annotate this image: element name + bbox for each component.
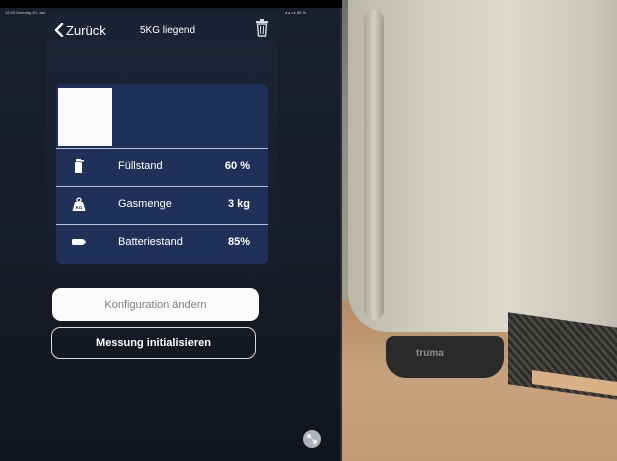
row-battery: Batteriestand 85% — [56, 224, 268, 262]
gas-cylinder — [348, 0, 617, 332]
svg-text:KG: KG — [76, 205, 83, 210]
top-black-bar — [0, 0, 372, 8]
trash-icon[interactable] — [255, 19, 269, 37]
cylinder-rim — [364, 10, 384, 320]
gas-bottle-icon — [75, 159, 84, 173]
change-configuration-button[interactable]: Konfiguration ändern — [52, 288, 259, 321]
status-card: Füllstand 60 % KG Gasmenge 3 kg Batterie… — [56, 84, 268, 264]
status-time-date: 12:09 Sonntag 19. Jan. — [5, 10, 47, 15]
page-title: 5KG liegend — [140, 25, 196, 36]
initialize-measurement-button[interactable]: Messung initialisieren — [51, 327, 256, 359]
back-label: Zurück — [66, 22, 106, 38]
row-fill-level: Füllstand 60 % — [56, 148, 268, 186]
fill-level-display — [58, 88, 266, 146]
row-value: 85% — [227, 236, 250, 248]
row-label: Batteriestand — [118, 236, 183, 248]
level-sensor-device: truma — [386, 336, 504, 378]
row-label: Füllstand — [118, 160, 163, 172]
status-indicators: ◂ ▴ • ▸ 85 % — [285, 10, 306, 15]
row-label: Gasmenge — [118, 198, 172, 210]
row-value: 3 kg — [227, 198, 250, 210]
back-button[interactable]: Zurück — [54, 20, 106, 40]
row-value: 60 % — [224, 160, 250, 172]
row-gas-amount: KG Gasmenge 3 kg — [56, 186, 268, 224]
sensor-brand-logo: truma — [416, 348, 444, 359]
expand-button[interactable] — [303, 430, 321, 448]
weight-icon: KG — [72, 197, 86, 211]
chevron-left-icon — [54, 23, 64, 37]
gas-cylinder-photo: truma — [342, 0, 617, 461]
expand-arrows-icon — [307, 434, 317, 444]
fill-level-bar — [58, 88, 112, 146]
battery-icon — [72, 239, 86, 245]
